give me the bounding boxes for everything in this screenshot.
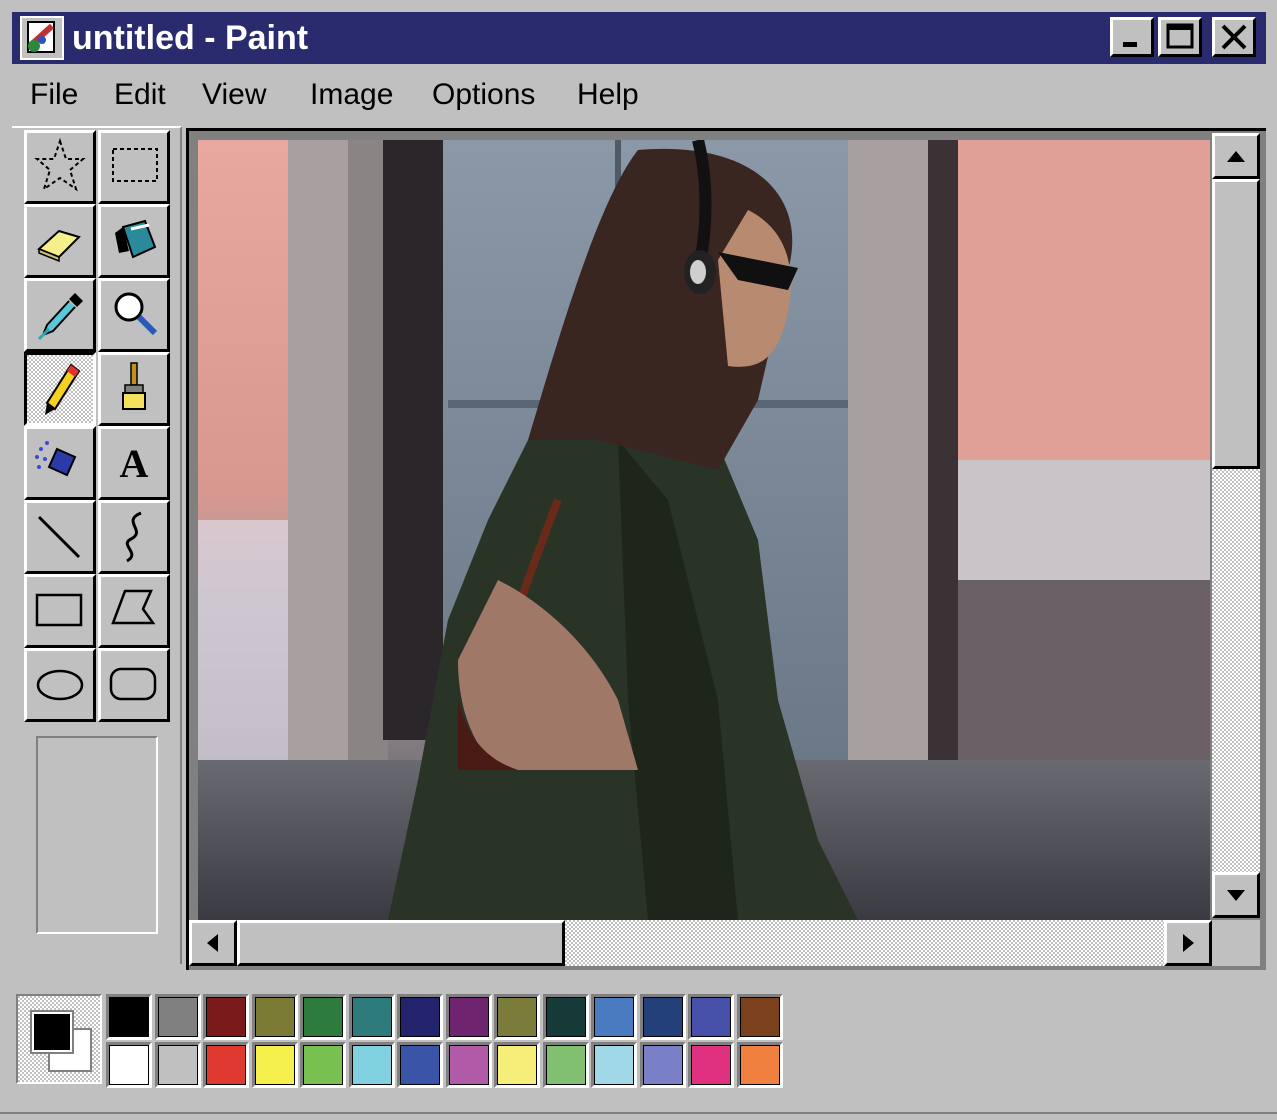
scroll-left-button[interactable] bbox=[189, 920, 237, 966]
palette-color-swatch[interactable] bbox=[542, 994, 589, 1040]
palette-color-swatch[interactable] bbox=[494, 994, 540, 1040]
horizontal-scroll-thumb[interactable] bbox=[237, 920, 565, 966]
palette-color-swatch[interactable] bbox=[445, 1042, 492, 1088]
minimize-icon bbox=[1123, 42, 1137, 47]
rectangle-icon bbox=[35, 593, 83, 627]
scroll-up-button[interactable] bbox=[1212, 133, 1260, 179]
eraser-icon bbox=[37, 229, 81, 263]
line-icon bbox=[37, 515, 81, 559]
palette-color-swatch[interactable] bbox=[688, 994, 734, 1040]
title-bar[interactable]: untitled - Paint bbox=[12, 12, 1266, 64]
tool-airbrush[interactable] bbox=[24, 426, 96, 500]
palette-color-swatch[interactable] bbox=[688, 1042, 734, 1088]
paint-app-icon[interactable] bbox=[20, 16, 64, 60]
tool-magnifier[interactable] bbox=[98, 278, 170, 352]
palette-color-swatch[interactable] bbox=[542, 1042, 589, 1088]
close-button[interactable] bbox=[1212, 17, 1256, 57]
minimize-button[interactable] bbox=[1110, 17, 1154, 57]
tool-rectangle[interactable] bbox=[24, 574, 96, 648]
arrow-left-icon bbox=[207, 934, 218, 952]
text-icon: A bbox=[120, 441, 149, 486]
palette-color-swatch[interactable] bbox=[251, 994, 298, 1040]
menu-image[interactable]: Image bbox=[310, 76, 393, 114]
tool-pencil[interactable] bbox=[24, 352, 96, 426]
tool-line[interactable] bbox=[24, 500, 96, 574]
palette-color-swatch[interactable] bbox=[736, 1042, 783, 1088]
menu-edit[interactable]: Edit bbox=[114, 76, 166, 114]
tool-ellipse[interactable] bbox=[24, 648, 96, 722]
scroll-down-button[interactable] bbox=[1212, 872, 1260, 918]
tool-brush[interactable] bbox=[98, 352, 170, 426]
magnifier-icon bbox=[114, 292, 158, 336]
palette-color-swatch[interactable] bbox=[203, 1042, 249, 1088]
maximize-icon bbox=[1166, 23, 1194, 49]
palette-color-swatch[interactable] bbox=[639, 1042, 686, 1088]
vertical-scroll-thumb[interactable] bbox=[1212, 179, 1260, 469]
tool-select[interactable] bbox=[98, 130, 170, 204]
menu-bar: File Edit View Image Options Help bbox=[12, 70, 1266, 120]
maximize-button[interactable] bbox=[1158, 17, 1202, 57]
tool-rounded-rectangle[interactable] bbox=[98, 648, 170, 722]
arrow-right-icon bbox=[1183, 934, 1194, 952]
palette-color-swatch[interactable] bbox=[300, 994, 346, 1040]
tool-options-box[interactable] bbox=[36, 736, 158, 934]
window-title: untitled - Paint bbox=[72, 19, 309, 57]
palette-color-swatch[interactable] bbox=[348, 994, 395, 1040]
tool-curve[interactable] bbox=[98, 500, 170, 574]
palette-color-swatch[interactable] bbox=[591, 994, 637, 1040]
menu-view[interactable]: View bbox=[202, 76, 266, 114]
palette-color-swatch[interactable] bbox=[591, 1042, 637, 1088]
palette-color-swatch[interactable] bbox=[397, 1042, 443, 1088]
tool-polygon[interactable] bbox=[98, 574, 170, 648]
tool-text[interactable]: A bbox=[98, 426, 170, 500]
menu-options[interactable]: Options bbox=[432, 76, 535, 114]
photo-woman-walking bbox=[198, 140, 1210, 920]
status-bar-divider bbox=[0, 1112, 1277, 1114]
palette-color-swatch[interactable] bbox=[203, 994, 249, 1040]
polygon-icon bbox=[111, 589, 156, 625]
palette-color-swatch[interactable] bbox=[494, 1042, 540, 1088]
palette-color-swatch[interactable] bbox=[348, 1042, 395, 1088]
scroll-right-button[interactable] bbox=[1164, 920, 1212, 966]
current-colors[interactable] bbox=[16, 994, 102, 1084]
tool-fill-with-color[interactable] bbox=[98, 204, 170, 278]
tool-pick-color[interactable] bbox=[24, 278, 96, 352]
close-icon bbox=[1221, 24, 1247, 50]
color-palette bbox=[12, 990, 792, 1090]
palette-color-swatch[interactable] bbox=[154, 1042, 201, 1088]
palette-color-swatch[interactable] bbox=[445, 994, 492, 1040]
star-select-icon bbox=[34, 137, 86, 192]
eyedropper-icon bbox=[37, 293, 83, 341]
brush-icon bbox=[122, 362, 146, 410]
palette-color-swatch[interactable] bbox=[106, 1042, 152, 1088]
arrow-down-icon bbox=[1227, 890, 1245, 901]
paint-window: untitled - Paint File Edit View Image Op… bbox=[0, 0, 1277, 1120]
palette-color-swatch[interactable] bbox=[106, 994, 152, 1040]
foreground-color-swatch[interactable] bbox=[30, 1010, 74, 1054]
menu-help[interactable]: Help bbox=[577, 76, 639, 114]
ellipse-icon bbox=[36, 669, 84, 701]
palette-color-swatch[interactable] bbox=[154, 994, 201, 1040]
tool-eraser[interactable] bbox=[24, 204, 96, 278]
canvas-image[interactable] bbox=[198, 140, 1210, 920]
tool-free-form-select[interactable] bbox=[24, 130, 96, 204]
paint-bucket-icon bbox=[115, 219, 157, 259]
rounded-rectangle-icon bbox=[109, 667, 157, 701]
svg-text:A: A bbox=[120, 441, 149, 486]
scroll-corner bbox=[1212, 920, 1260, 966]
menu-file[interactable]: File bbox=[30, 76, 78, 114]
rect-select-icon bbox=[112, 148, 158, 182]
palette-color-swatch[interactable] bbox=[251, 1042, 298, 1088]
curve-icon bbox=[125, 511, 142, 563]
palette-color-swatch[interactable] bbox=[736, 994, 783, 1040]
palette-color-swatch[interactable] bbox=[639, 994, 686, 1040]
palette-color-swatch[interactable] bbox=[397, 994, 443, 1040]
pencil-icon bbox=[45, 363, 81, 415]
airbrush-icon bbox=[35, 441, 77, 477]
arrow-up-icon bbox=[1227, 151, 1245, 162]
palette-color-swatch[interactable] bbox=[300, 1042, 346, 1088]
